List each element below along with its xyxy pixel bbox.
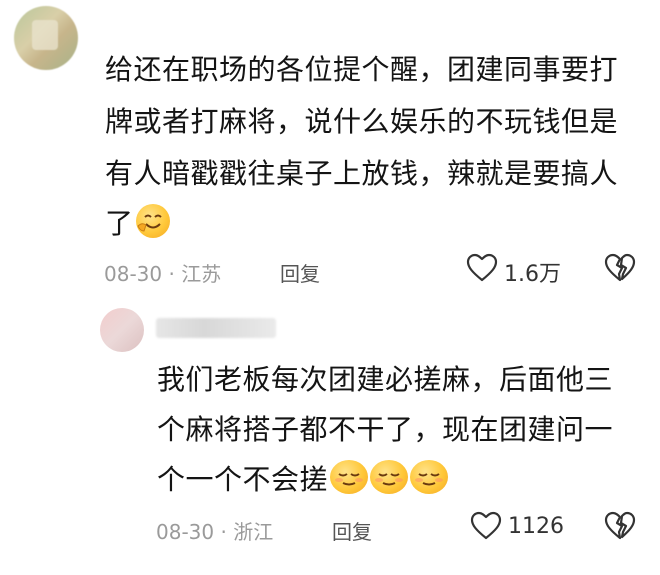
relieved-emoji [370,460,409,494]
relieved-emoji [410,460,449,494]
username[interactable] [156,318,276,338]
comment-text-line: 有人暗戳戳往桌子上放钱，辣就是要搞人 [105,157,619,190]
reply-button[interactable]: 回复 [332,516,372,545]
like-count: 1.6万 [504,262,561,287]
reply-button[interactable]: 回复 [280,258,320,287]
heart-icon[interactable] [466,253,498,283]
comment-location: 江苏 [181,262,222,286]
heart-icon[interactable] [470,511,502,541]
comment-text-line: 个一个不会搓 [157,456,449,504]
broken-heart-icon[interactable] [604,511,636,541]
comment-location: 浙江 [233,520,274,544]
broken-heart-icon[interactable] [604,253,636,283]
meta-separator: · [168,262,175,286]
comment-meta: 08-30 · 江苏 [104,258,221,287]
like-count: 1126 [508,514,564,539]
comment-text-tail: 了 [105,207,134,240]
avatar[interactable] [14,6,78,70]
comment-date: 08-30 [104,262,163,286]
comment-text-tail: 个一个不会搓 [157,463,329,496]
comment-text-line: 牌或者打麻将，说什么娱乐的不玩钱但是 [105,105,619,138]
comment-date: 08-30 [156,520,215,544]
comment-text-line: 我们老板每次团建必搓麻，后面他三 [157,363,614,396]
comment-meta: 08-30 · 浙江 [156,516,273,545]
relieved-emoji [330,460,369,494]
meta-separator: · [220,520,227,544]
grin-emoji [135,204,170,238]
avatar[interactable] [100,308,144,352]
comment-text-line: 个麻将搭子都不干了，现在团建问一 [157,413,614,446]
comment-text-line: 了 [105,200,170,248]
comment-text-line: 给还在职场的各位提个醒，团建同事要打 [105,53,619,86]
